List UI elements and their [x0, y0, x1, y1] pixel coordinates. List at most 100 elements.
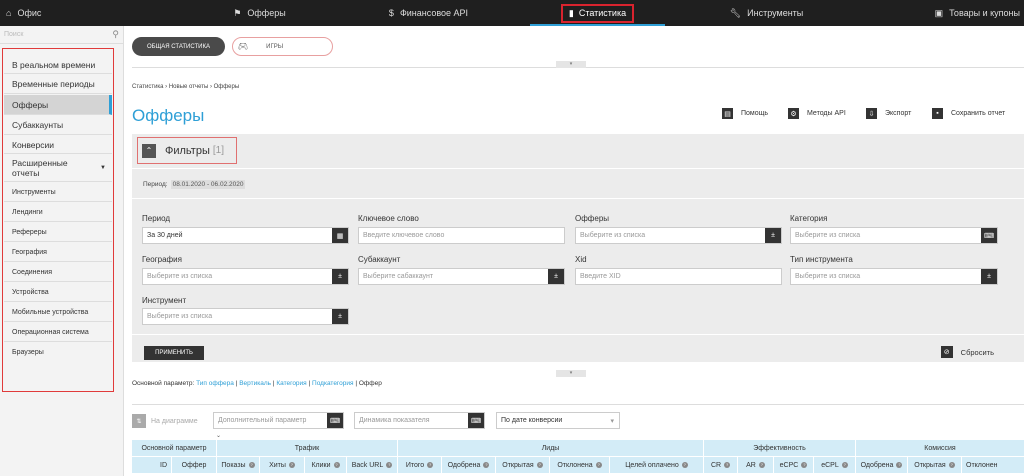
offers-select[interactable]: Выберите из списка ±: [575, 227, 782, 244]
sidebar-item-conversions[interactable]: Конверсии: [4, 136, 112, 154]
subaccount-select[interactable]: Выберите сабаккаунт ±: [358, 268, 565, 285]
help-icon: ▤: [722, 108, 733, 119]
gamepad-icon: 🎮︎: [238, 42, 249, 51]
keyboard-icon[interactable]: ⌨: [981, 228, 997, 243]
col-ecpc[interactable]: eCPC?: [774, 457, 814, 473]
col-hits[interactable]: Хиты?: [260, 457, 305, 473]
api-methods-button[interactable]: ⚙ Методы API: [788, 108, 846, 119]
chart-icon: ⇅: [132, 414, 146, 428]
general-stats-button[interactable]: ОБЩАЯ СТАТИСТИКА: [132, 37, 225, 56]
sidebar-item-referrers[interactable]: Рефереры: [4, 223, 112, 242]
games-button[interactable]: 🎮︎ ИГРЫ: [232, 37, 333, 56]
tool-select[interactable]: Выберите из списка ±: [142, 308, 349, 325]
col-leads-open[interactable]: Открытая?: [496, 457, 550, 473]
col-comm-open[interactable]: Открытая?: [908, 457, 962, 473]
sidebar-item-landings[interactable]: Лендинги: [4, 203, 112, 222]
top-nav: ⌂ Офис ⚑ Офферы $ Финансовое API ▮ Статистик…: [0, 0, 1024, 26]
col-ecpl[interactable]: eCPL?: [814, 457, 856, 473]
plus-minus-icon[interactable]: ±: [548, 269, 564, 284]
date-type-select[interactable]: По дате конверсии ▾: [496, 412, 620, 429]
sidebar-item-os[interactable]: Операционная система: [4, 323, 112, 342]
param-link-category[interactable]: Категория: [276, 380, 306, 387]
keyword-input[interactable]: Введите ключевое слово: [358, 227, 565, 244]
plus-minus-icon[interactable]: ±: [981, 269, 997, 284]
save-icon: ▪: [932, 108, 943, 119]
col-ar[interactable]: AR?: [738, 457, 774, 473]
apply-button[interactable]: ПРИМЕНИТЬ: [144, 346, 204, 360]
param-link-subcategory[interactable]: Подкатегория: [312, 380, 354, 387]
sidebar-item-periods[interactable]: Временные периоды: [4, 75, 112, 94]
category-select[interactable]: Выберите из списка ⌨: [790, 227, 998, 244]
sidebar-item-mobile[interactable]: Мобильные устройства: [4, 303, 112, 322]
sidebar-item-devices[interactable]: Устройства: [4, 283, 112, 302]
sidebar-item-offers[interactable]: Офферы: [4, 95, 112, 115]
reset-icon: ⊘: [940, 346, 953, 358]
flag-icon: ⚑: [233, 7, 242, 18]
collapse-tab-2[interactable]: ▾: [556, 370, 586, 377]
col-impressions[interactable]: Показы?: [217, 457, 260, 473]
api-icon: ⚙: [788, 108, 799, 119]
col-comm-rejected[interactable]: Отклонен: [962, 457, 1024, 473]
xid-input[interactable]: Введите XID: [575, 268, 782, 285]
export-icon: ⇩: [866, 108, 877, 119]
main-param-bar: Основной параметр: Тип оффера | Вертикал…: [132, 380, 382, 387]
col-comm-approved[interactable]: Одобрена?: [856, 457, 908, 473]
breadcrumb: Статистика › Новые отчеты › Офферы: [132, 84, 240, 90]
nav-item-statistics[interactable]: ▮ Статистика: [513, 0, 682, 26]
sidebar-item-connections[interactable]: Соединения: [4, 263, 112, 282]
home-icon: ⌂: [6, 8, 12, 18]
period-summary: Период: 08.01.2020 - 06.02.2020: [143, 180, 246, 189]
plus-minus-icon[interactable]: ±: [332, 309, 348, 324]
col-goals-paid[interactable]: Целей оплачено?: [610, 457, 704, 473]
plus-minus-icon[interactable]: ±: [332, 269, 348, 284]
export-button[interactable]: ⇩ Экспорт: [866, 108, 911, 119]
nav-item-coupons[interactable]: ▣ Товары и купоны: [851, 0, 1024, 26]
save-report-button[interactable]: ▪ Сохранить отчет: [932, 108, 1005, 119]
col-offer[interactable]: Оффер: [172, 457, 217, 473]
nav-item-office[interactable]: ⌂ Офис: [0, 0, 175, 26]
caret-down-icon: ▼: [100, 165, 106, 171]
col-back-url[interactable]: Back URL?: [347, 457, 398, 473]
sidebar-item-realtime[interactable]: В реальном времени: [4, 56, 112, 74]
filters-header[interactable]: ⌃ Фильтры [1]: [137, 137, 237, 164]
sidebar-item-geography[interactable]: География: [4, 243, 112, 262]
search-icon[interactable]: ⚲: [112, 29, 119, 40]
sidebar-item-subaccounts[interactable]: Субаккаунты: [4, 116, 112, 135]
chevron-up-icon[interactable]: ⌃: [142, 143, 156, 158]
calendar-icon[interactable]: ▦: [332, 228, 348, 243]
keyboard-icon[interactable]: ⌨: [468, 413, 484, 428]
dynamics-select[interactable]: Динамика показателя ⌨: [354, 412, 485, 429]
col-leads-total[interactable]: Итого?: [398, 457, 442, 473]
reset-button[interactable]: ⊘ Сбросить: [940, 346, 994, 358]
keyboard-icon[interactable]: ⌨: [327, 413, 343, 428]
chevron-down-icon: ▾: [610, 417, 614, 425]
col-id[interactable]: ID: [132, 457, 172, 473]
col-leads-rejected[interactable]: Отклонена?: [550, 457, 610, 473]
filters-count: [1]: [212, 145, 224, 156]
on-chart-toggle[interactable]: ⇅ На диаграмме: [132, 414, 198, 428]
coupon-icon: ▣: [934, 7, 944, 18]
param-current: Оффер: [358, 380, 382, 387]
nav-item-finance-api[interactable]: $ Финансовое API: [344, 0, 513, 26]
collapse-tab[interactable]: ▾: [556, 61, 586, 68]
sidebar: Поиск ⚲ В реальном времени Временные пер…: [0, 26, 124, 476]
sidebar-item-browsers[interactable]: Браузеры: [4, 343, 112, 362]
extra-param-select[interactable]: Дополнительный параметр ⌨: [213, 412, 344, 429]
plus-minus-icon[interactable]: ±: [765, 228, 781, 243]
param-link-offer-type[interactable]: Тип оффера: [196, 380, 234, 387]
stats-table-header: Основной параметр Трафик Лиды Эффективно…: [132, 440, 1024, 474]
sidebar-item-instruments[interactable]: Инструменты: [4, 183, 112, 202]
sidebar-item-extended[interactable]: Расширенные отчеты ▼: [4, 155, 112, 182]
period-select[interactable]: За 30 дней ▦: [142, 227, 349, 244]
nav-item-tools[interactable]: 🔧︎ Инструменты: [682, 0, 851, 26]
tool-type-select[interactable]: Выберите из списка ±: [790, 268, 998, 285]
sidebar-search[interactable]: Поиск ⚲: [0, 26, 123, 44]
col-clicks[interactable]: Клики?: [305, 457, 347, 473]
geo-select[interactable]: Выберите из списка ±: [142, 268, 349, 285]
nav-item-offers[interactable]: ⚑ Офферы: [175, 0, 344, 26]
help-button[interactable]: ▤ Помощь: [722, 108, 768, 119]
col-cr[interactable]: CR?: [704, 457, 738, 473]
param-link-vertical[interactable]: Вертикаль: [239, 380, 271, 387]
search-input[interactable]: Поиск: [4, 31, 23, 38]
col-leads-approved[interactable]: Одобрена?: [442, 457, 496, 473]
